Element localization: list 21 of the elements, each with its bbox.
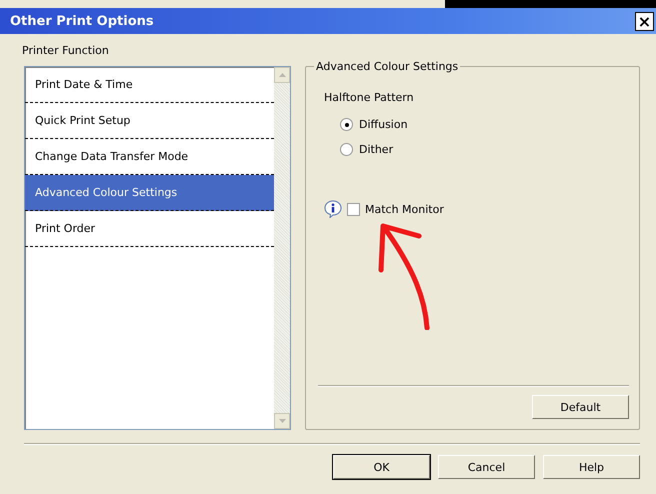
dialog-button[interactable]: Cancel xyxy=(438,455,535,479)
scrollbar[interactable] xyxy=(274,67,290,429)
down-arrow-icon xyxy=(278,419,286,423)
group-title: Advanced Colour Settings xyxy=(314,60,460,73)
radio-label: Dither xyxy=(359,143,394,156)
up-arrow-icon xyxy=(278,73,286,77)
dialog-button[interactable]: Help xyxy=(543,455,640,479)
default-button[interactable]: Default xyxy=(532,395,629,419)
checkbox-label: Match Monitor xyxy=(365,202,444,216)
option-label: Halftone Pattern xyxy=(324,91,415,104)
list-item[interactable]: Advanced Colour Settings xyxy=(25,175,274,211)
dialog-button[interactable]: OK xyxy=(333,455,430,479)
window-title: Other Print Options xyxy=(10,14,154,28)
scroll-down-button[interactable] xyxy=(274,413,290,429)
radio-button[interactable] xyxy=(340,143,353,156)
scroll-up-button[interactable] xyxy=(274,67,290,83)
checkbox[interactable] xyxy=(347,202,360,216)
info-icon[interactable] xyxy=(324,200,342,218)
radio-label: Diffusion xyxy=(359,118,408,131)
radio-button[interactable] xyxy=(340,118,353,131)
close-button[interactable]: × xyxy=(635,12,654,30)
